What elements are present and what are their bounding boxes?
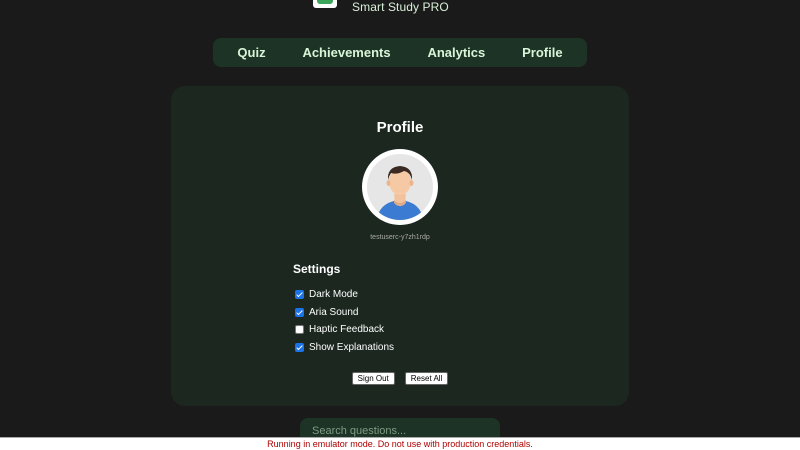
- emulator-warning-banner: Running in emulator mode. Do not use wit…: [0, 437, 800, 450]
- nav-item-profile[interactable]: Profile: [514, 41, 570, 64]
- page-title: Profile: [376, 119, 424, 136]
- nav-item-achievements[interactable]: Achievements: [294, 41, 398, 64]
- aria-sound-checkbox[interactable]: [295, 307, 304, 317]
- username: testuserc-y7zh1rdp: [370, 234, 430, 241]
- app-title: Smart Study PRO: [352, 0, 449, 14]
- user-avatar-icon: [367, 154, 433, 220]
- dark-mode-checkbox[interactable]: [295, 290, 304, 300]
- show-explanations-checkbox[interactable]: [295, 342, 304, 352]
- profile-card: Profile testuserc-y7zh1rdp Settings Dark…: [171, 86, 629, 406]
- sign-out-button[interactable]: Sign Out: [351, 372, 395, 385]
- setting-show-explanations[interactable]: Show Explanations: [295, 339, 394, 357]
- nav-item-quiz[interactable]: Quiz: [229, 41, 273, 64]
- setting-haptic-feedback[interactable]: Haptic Feedback: [295, 321, 394, 339]
- settings-title: Settings: [293, 262, 341, 276]
- setting-label: Show Explanations: [309, 341, 395, 353]
- reset-all-button[interactable]: Reset All: [404, 372, 449, 385]
- app-header: Smart Study PRO: [0, 0, 800, 18]
- haptic-feedback-checkbox[interactable]: [295, 325, 304, 335]
- setting-label: Haptic Feedback: [309, 324, 385, 336]
- nav-item-analytics[interactable]: Analytics: [419, 41, 493, 64]
- setting-aria-sound[interactable]: Aria Sound: [295, 304, 394, 322]
- settings-list: Dark Mode Aria Sound Haptic Feedback Sho…: [295, 286, 394, 356]
- profile-actions: Sign Out Reset All: [171, 372, 629, 385]
- setting-label: Aria Sound: [309, 306, 359, 318]
- brain-icon: [313, 0, 337, 8]
- setting-dark-mode[interactable]: Dark Mode: [295, 286, 394, 304]
- avatar: [362, 149, 438, 225]
- main-nav: Quiz Achievements Analytics Profile: [213, 38, 587, 67]
- setting-label: Dark Mode: [309, 289, 358, 301]
